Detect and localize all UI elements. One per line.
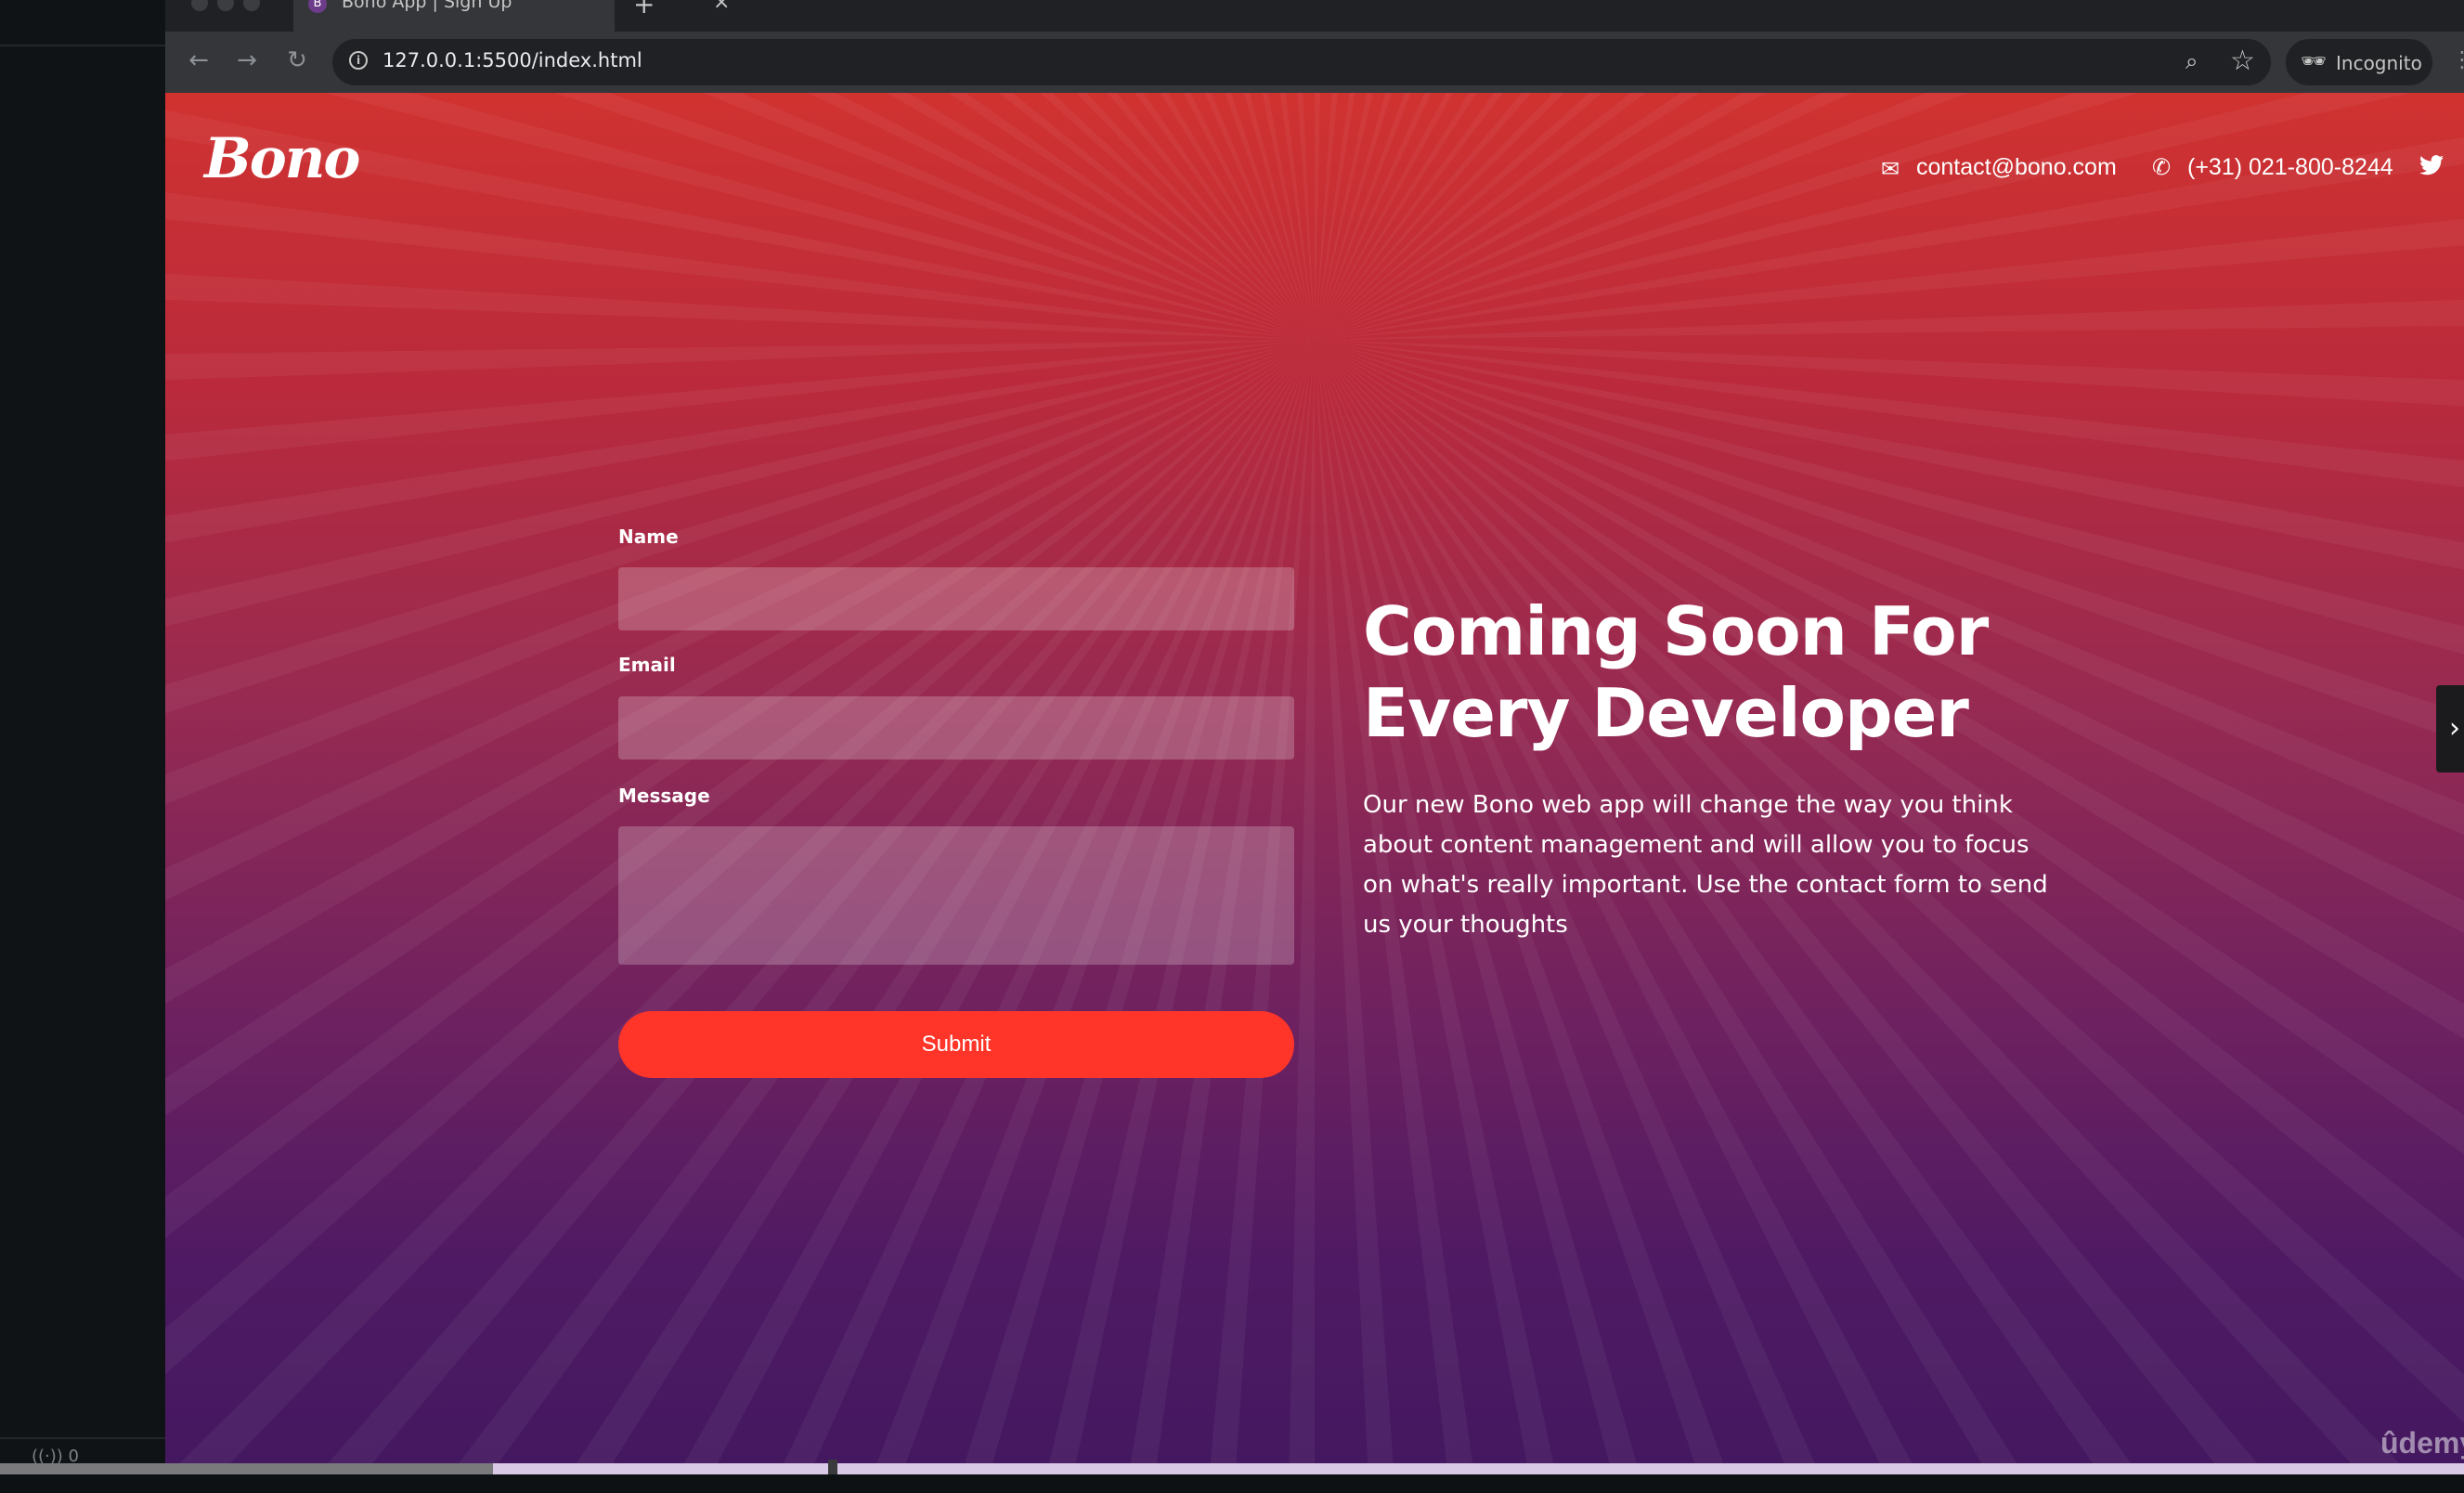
name-input[interactable]	[618, 567, 1294, 630]
background-rays	[165, 93, 2464, 1465]
name-label: Name	[618, 526, 679, 548]
star-icon[interactable]: ☆	[2230, 45, 2255, 77]
tab-title: Bono App | Sign Up	[342, 0, 512, 12]
email-label: Email	[618, 654, 676, 676]
contact-phone[interactable]: (+31) 021-800-8244	[2187, 154, 2393, 181]
message-label: Message	[618, 785, 710, 807]
video-progress-bar[interactable]	[0, 1460, 2464, 1478]
back-arrow-icon[interactable]: ←	[184, 46, 214, 74]
info-icon[interactable]: i	[349, 51, 368, 70]
envelope-icon: ✉	[1881, 156, 1900, 182]
incognito-label: Incognito	[2336, 52, 2422, 74]
forward-arrow-icon[interactable]: →	[232, 46, 262, 74]
page-description: Our new Bono web app will change the way…	[1363, 791, 2048, 939]
window-close-dot[interactable]	[191, 0, 208, 11]
incognito-icon: 🕶	[2301, 50, 2327, 73]
message-textarea[interactable]	[618, 826, 1294, 965]
window-minimize-dot[interactable]	[217, 0, 234, 11]
phone-icon: ✆	[2152, 154, 2172, 180]
contact-email[interactable]: contact@bono.com	[1916, 154, 2117, 181]
incognito-badge[interactable]: 🕶 Incognito	[2286, 39, 2432, 85]
url-text[interactable]: 127.0.0.1:5500/index.html	[383, 49, 642, 71]
page-headline: Coming Soon For Every Developer	[1363, 592, 1989, 752]
udemy-watermark: ûdemy	[2380, 1426, 2464, 1460]
editor-side-panel: ((·)) 0	[0, 0, 167, 1493]
address-bar[interactable]: i 127.0.0.1:5500/index.html ⌕ ☆	[332, 39, 2271, 85]
browser-window: B Bono App | Sign Up × + ← → ↻ i 127.0.0…	[165, 0, 2464, 1465]
reload-icon[interactable]: ↻	[282, 46, 312, 74]
browser-menu-icon[interactable]: ⋮	[2451, 46, 2464, 72]
video-progress-fill	[0, 1463, 493, 1474]
chevron-right-icon[interactable]: ›	[2436, 685, 2464, 772]
submit-button[interactable]: Submit	[618, 1011, 1294, 1078]
email-input[interactable]	[618, 696, 1294, 759]
twitter-icon[interactable]	[2419, 154, 2444, 182]
window-zoom-dot[interactable]	[243, 0, 260, 11]
new-tab-icon[interactable]: +	[633, 0, 655, 19]
tab-strip: B Bono App | Sign Up × +	[165, 0, 2464, 32]
tab-close-icon[interactable]: ×	[713, 0, 730, 14]
panel-divider	[0, 45, 165, 46]
browser-toolbar: ← → ↻ i 127.0.0.1:5500/index.html ⌕ ☆ 🕶 …	[165, 32, 2464, 93]
bottom-bar	[0, 1474, 2464, 1493]
zoom-icon[interactable]: ⌕	[2185, 48, 2198, 74]
page-viewport: Bono ✉ contact@bono.com ✆ (+31) 021-800-…	[165, 93, 2464, 1465]
tab-active[interactable]: B Bono App | Sign Up ×	[293, 0, 730, 32]
favicon-icon: B	[308, 0, 327, 13]
site-logo[interactable]: Bono	[204, 126, 360, 191]
panel-divider	[0, 1437, 165, 1439]
